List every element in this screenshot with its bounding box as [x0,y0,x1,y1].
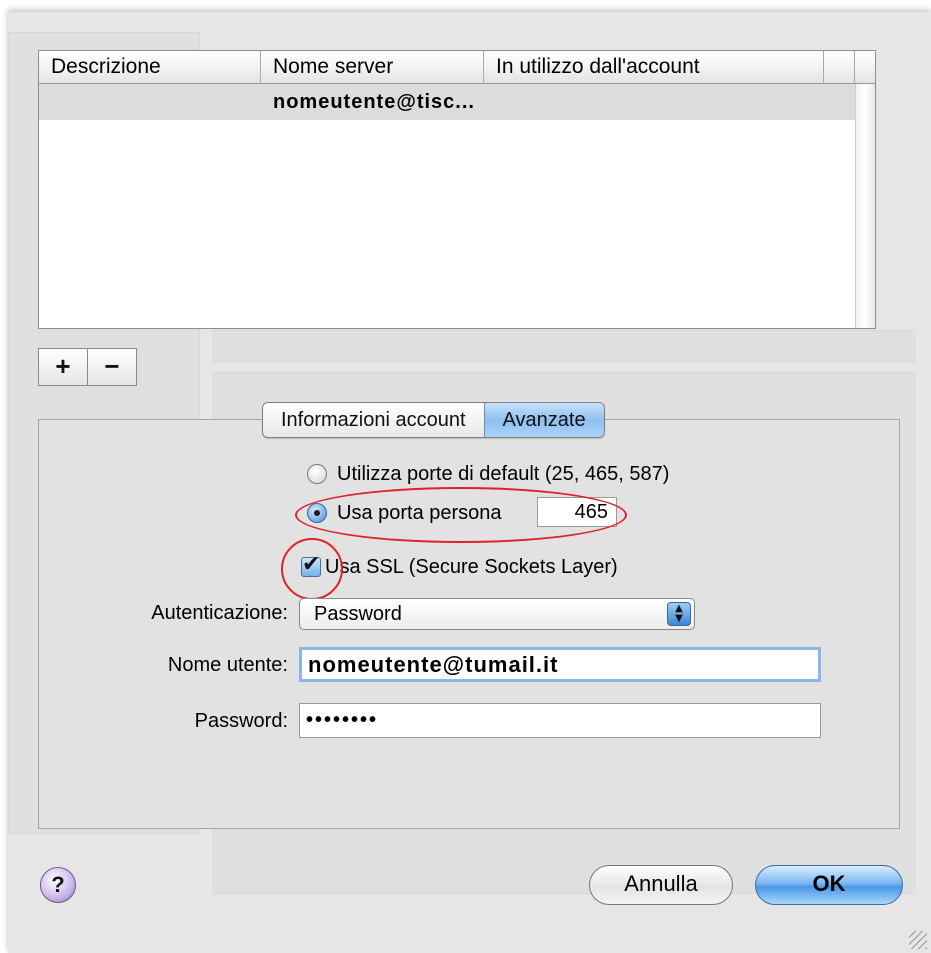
cancel-button[interactable]: Annulla [589,865,733,905]
updown-arrows-icon: ▲ ▼ [667,602,691,626]
tab-account-info[interactable]: Informazioni account [263,403,484,437]
custom-port-input[interactable]: 465 [537,497,617,527]
custom-port-option[interactable]: Usa porta persona [307,497,502,529]
tab-advanced[interactable]: Avanzate [483,403,604,437]
password-input[interactable]: •••••••• [299,703,821,738]
default-ports-label: Utilizza porte di default (25, 465, 587) [337,462,670,485]
username-label: Nome utente: [167,654,288,676]
add-server-button[interactable]: + [39,349,88,385]
table-header: Descrizione Nome server In utilizzo dall… [39,51,875,84]
table-scrollbar[interactable] [855,84,875,328]
column-header-description[interactable]: Descrizione [39,51,261,83]
server-table: Descrizione Nome server In utilizzo dall… [38,50,876,329]
add-remove-control: + − [38,348,137,386]
remove-server-button[interactable]: − [88,349,136,385]
authentication-label: Autenticazione: [151,602,288,624]
background-panel [213,330,915,362]
ssl-label: Usa SSL (Secure Sockets Layer) [325,555,618,578]
custom-port-label: Usa porta persona [337,501,502,524]
ssl-checkbox[interactable] [301,552,321,577]
password-label: Password: [194,710,288,732]
default-ports-option[interactable]: Utilizza porte di default (25, 465, 587) [307,458,669,490]
username-input[interactable]: nomeutente@tumail.it [299,647,821,682]
column-header-server-name[interactable]: Nome server [261,51,484,83]
resize-grip-icon[interactable] [909,931,927,949]
default-ports-radio[interactable] [307,464,327,484]
authentication-select[interactable]: Password ▲ ▼ [299,598,695,630]
custom-port-radio[interactable] [307,503,327,523]
column-header-spacer [824,51,855,83]
ssl-option[interactable]: Usa SSL (Secure Sockets Layer) [301,551,618,583]
ok-button[interactable]: OK [755,865,903,905]
table-row[interactable]: nomeutente@tisc... [39,84,875,120]
help-button[interactable]: ? [40,867,76,903]
authentication-value: Password [314,603,402,625]
row-server-name: nomeutente@tisc... [273,91,475,113]
column-header-used-by-account[interactable]: In utilizzo dall'account [484,51,824,83]
tab-bar: Informazioni account Avanzate [262,402,605,438]
